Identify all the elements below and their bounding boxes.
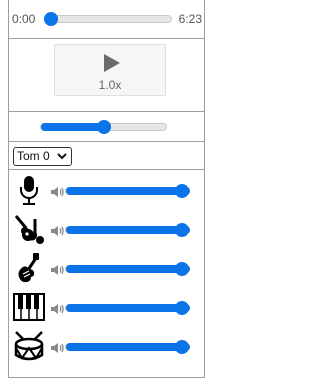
piano-keys-icon bbox=[13, 291, 45, 323]
bass-guitar-icon bbox=[13, 252, 45, 284]
instrument-volume-fill bbox=[66, 226, 190, 234]
chevron-down-icon bbox=[57, 153, 67, 160]
track-select-value: Tom 0 bbox=[17, 149, 50, 163]
instrument-volume-thumb[interactable] bbox=[175, 262, 189, 276]
speed-label: 1.0x bbox=[98, 78, 122, 92]
instrument-row bbox=[9, 171, 204, 210]
instrument-volume-fill bbox=[66, 304, 190, 312]
saxophone-guitar-icon bbox=[13, 213, 45, 245]
speaker-icon bbox=[50, 224, 64, 242]
instrument-volume-thumb[interactable] bbox=[175, 340, 189, 354]
current-time: 0:00 bbox=[12, 12, 36, 26]
play-section: 1.0x bbox=[9, 39, 204, 112]
instrument-volume-fill bbox=[66, 187, 190, 195]
instrument-row bbox=[9, 327, 204, 366]
master-volume-section bbox=[9, 112, 204, 142]
instrument-volume-track[interactable] bbox=[65, 265, 190, 273]
microphone-icon bbox=[13, 174, 45, 206]
speaker-icon bbox=[50, 341, 64, 359]
instrument-volume-fill bbox=[66, 265, 190, 273]
track-select-section: Tom 0 bbox=[9, 142, 204, 170]
progress-track[interactable] bbox=[44, 15, 172, 23]
track-select[interactable]: Tom 0 bbox=[13, 147, 72, 166]
play-icon bbox=[104, 54, 120, 72]
instrument-volume-track[interactable] bbox=[65, 187, 190, 195]
speaker-icon bbox=[50, 302, 64, 320]
play-button[interactable]: 1.0x bbox=[54, 44, 166, 96]
instrument-volume-track[interactable] bbox=[65, 304, 190, 312]
speaker-icon bbox=[50, 263, 64, 281]
instrument-volume-fill bbox=[66, 343, 190, 351]
duration-time: 6:23 bbox=[178, 12, 202, 26]
master-volume-thumb[interactable] bbox=[96, 120, 111, 134]
instrument-row bbox=[9, 288, 204, 327]
instrument-volume-thumb[interactable] bbox=[175, 223, 189, 237]
instrument-row bbox=[9, 210, 204, 249]
progress-section: 0:00 6:23 bbox=[9, 0, 204, 39]
instrument-volume-track[interactable] bbox=[65, 226, 190, 234]
progress-thumb[interactable] bbox=[44, 12, 58, 26]
drum-icon bbox=[13, 330, 45, 362]
instrument-row bbox=[9, 249, 204, 288]
master-volume-fill bbox=[41, 123, 105, 131]
instrument-volume-thumb[interactable] bbox=[175, 184, 189, 198]
player-panel: 0:00 6:23 1.0x Tom 0 bbox=[8, 0, 205, 378]
speaker-icon bbox=[50, 185, 64, 203]
instrument-volume-thumb[interactable] bbox=[175, 301, 189, 315]
instrument-volume-track[interactable] bbox=[65, 343, 190, 351]
